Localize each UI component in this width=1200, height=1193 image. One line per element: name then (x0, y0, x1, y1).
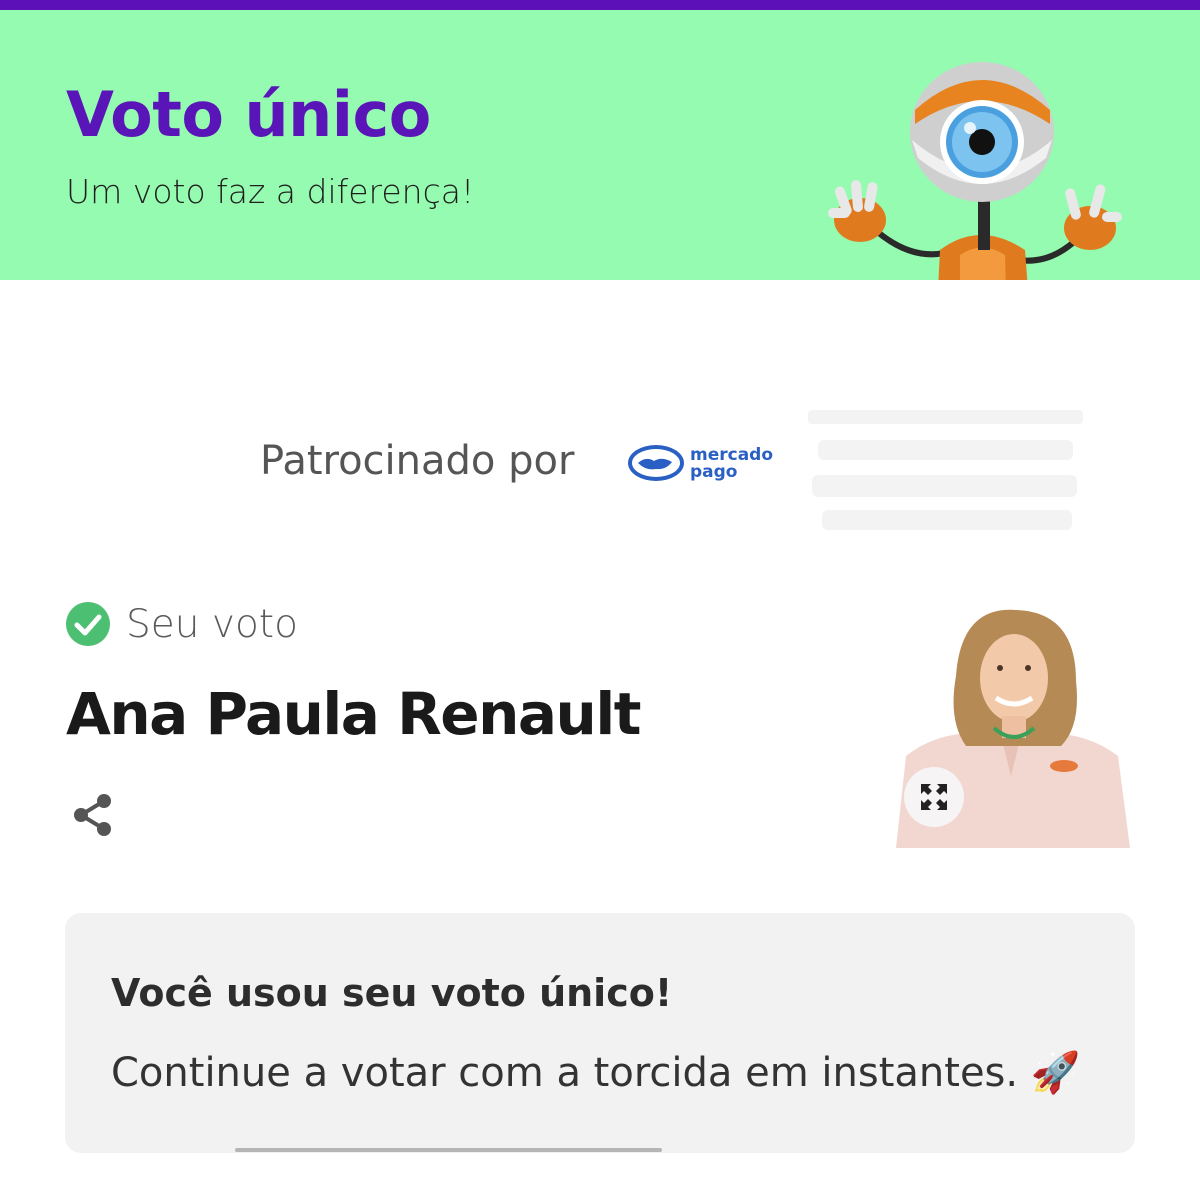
vote-label: Seu voto (126, 602, 298, 647)
notice-title: Você usou seu voto único! (111, 971, 673, 1015)
header-banner: Voto único Um voto faz a diferença! (0, 10, 1200, 280)
sponsor-label: Patrocinado por (260, 438, 575, 484)
big-brother-eye-mascot-icon (828, 62, 1122, 280)
page-subtitle: Um voto faz a diferença! (66, 172, 475, 211)
notice-text: Continue a votar com a torcida em instan… (111, 1050, 1081, 1096)
expand-icon (921, 784, 947, 810)
svg-text:pago: pago (690, 462, 738, 482)
mercado-pago-logo[interactable]: mercado pago (626, 440, 786, 486)
page-title: Voto único (66, 78, 431, 151)
share-icon[interactable] (68, 790, 118, 840)
candidate-name: Ana Paula Renault (66, 680, 641, 748)
photo-expand-button[interactable] (904, 767, 964, 827)
sponsor-faint-graphic (808, 410, 1083, 530)
progress-indicator (235, 1148, 662, 1152)
top-accent-bar (0, 0, 1200, 10)
vote-used-notice: Você usou seu voto único! Continue a vot… (65, 913, 1135, 1153)
check-circle-icon (66, 602, 110, 646)
